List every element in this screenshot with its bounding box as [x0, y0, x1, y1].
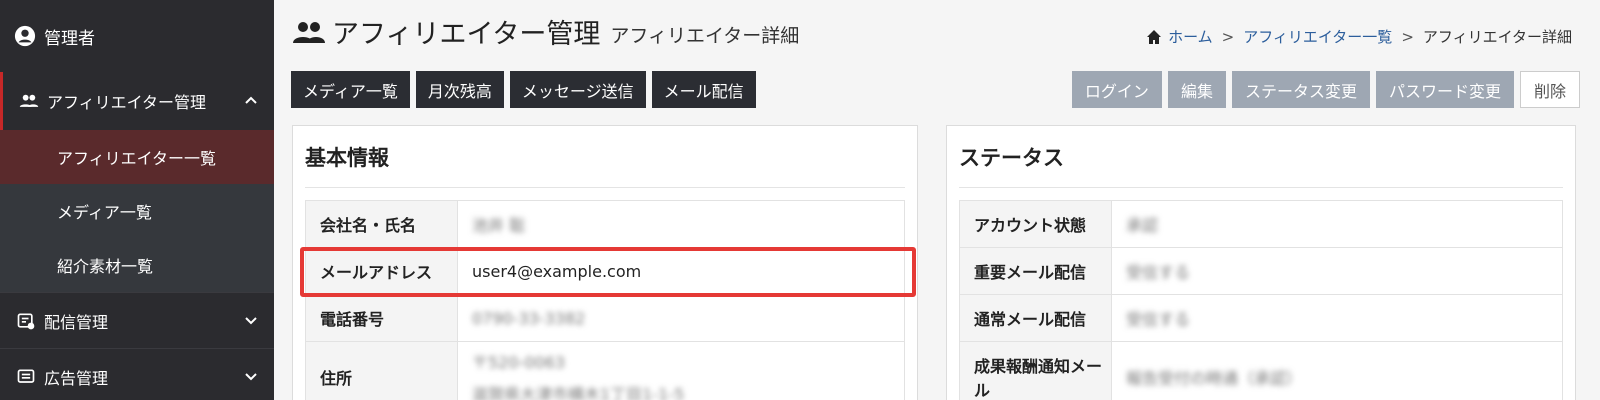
login-button[interactable]: ログイン	[1071, 71, 1162, 108]
table-row: 成果報酬通知メール 報告受付の時通（承認）	[959, 341, 1563, 400]
change-status-button[interactable]: ステータス変更	[1231, 71, 1370, 108]
sidebar-user[interactable]: 管理者	[0, 0, 274, 72]
address-value: 〒520-0063 滋賀県大津市横木1丁目1-1-5	[457, 341, 905, 400]
mail-delivery-button[interactable]: メール配信	[651, 71, 756, 108]
page-header: アフィリエイター管理 アフィリエイター詳細	[292, 12, 799, 51]
sidebar-item-label: メディア一覧	[57, 203, 152, 222]
account-status-value: 承認	[1111, 200, 1563, 248]
account-status-text: 承認	[1126, 216, 1159, 235]
chevron-up-icon	[245, 96, 257, 104]
postal-code-text: 〒520-0063	[472, 352, 566, 372]
reward-notice-value: 報告受付の時通（承認）	[1111, 341, 1563, 400]
regular-mail-value: 受信する	[1111, 294, 1563, 342]
sidebar-item-delivery[interactable]: 配信管理	[0, 292, 274, 348]
company-name-value: 池井 聡	[457, 200, 905, 248]
important-mail-value: 受信する	[1111, 247, 1563, 295]
chevron-down-icon	[245, 317, 257, 325]
breadcrumb-separator: >	[1401, 27, 1414, 46]
delivery-settings-icon	[17, 313, 35, 329]
sidebar: 管理者 アフィリエイター管理 アフィリエイター一覧 メディア一覧 紹介素材一覧 …	[0, 0, 274, 400]
email-label: メールアドレス	[305, 247, 458, 295]
delete-button[interactable]: 削除	[1519, 71, 1580, 108]
company-name-text: 池井 聡	[472, 216, 526, 235]
address-label: 住所	[305, 341, 458, 400]
table-row: メールアドレス user4@example.com	[305, 247, 905, 295]
regular-mail-label: 通常メール配信	[959, 294, 1112, 342]
regular-mail-text: 受信する	[1126, 310, 1191, 329]
address-text: 滋賀県大津市横木1丁目1-1-5	[472, 384, 685, 400]
action-bar-left: メディア一覧 月次残高 メッセージ送信 メール配信	[291, 71, 756, 108]
important-mail-text: 受信する	[1126, 263, 1191, 282]
account-status-label: アカウント状態	[959, 200, 1112, 248]
breadcrumb-affiliate-list[interactable]: アフィリエイター一覧	[1243, 26, 1392, 47]
change-password-button[interactable]: パスワード変更	[1375, 71, 1514, 108]
monthly-balance-button[interactable]: 月次残高	[415, 71, 504, 108]
table-row: アカウント状態 承認	[959, 200, 1563, 248]
breadcrumb: ホーム > アフィリエイター一覧 > アフィリエイター詳細	[1146, 26, 1572, 47]
home-icon	[1147, 29, 1162, 44]
sidebar-item-media-list[interactable]: メディア一覧	[0, 184, 274, 238]
edit-button[interactable]: 編集	[1167, 71, 1226, 108]
chevron-down-icon	[245, 373, 257, 381]
user-circle-icon	[14, 25, 36, 47]
sidebar-item-affiliate-list[interactable]: アフィリエイター一覧	[0, 130, 274, 184]
page-subtitle: アフィリエイター詳細	[610, 25, 800, 47]
sidebar-item-label: 配信管理	[44, 312, 109, 332]
phone-text: 0790-33-3382	[472, 308, 586, 328]
ad-list-icon	[17, 369, 35, 383]
sidebar-item-ads[interactable]: 広告管理	[0, 348, 274, 400]
table-row: 電話番号 0790-33-3382	[305, 294, 905, 342]
main-content: アフィリエイター管理 アフィリエイター詳細 ホーム > アフィリエイター一覧 >…	[274, 0, 1600, 400]
status-title: ステータス	[959, 126, 1563, 188]
sidebar-item-material-list[interactable]: 紹介素材一覧	[0, 238, 274, 292]
table-row: 住所 〒520-0063 滋賀県大津市横木1丁目1-1-5	[305, 341, 905, 400]
reward-notice-label: 成果報酬通知メール	[959, 341, 1112, 400]
table-row: 重要メール配信 受信する	[959, 247, 1563, 295]
phone-label: 電話番号	[305, 294, 458, 342]
email-value: user4@example.com	[457, 247, 905, 295]
send-message-button[interactable]: メッセージ送信	[509, 71, 646, 108]
breadcrumb-current: アフィリエイター詳細	[1422, 28, 1572, 46]
basic-info-panel: 基本情報 会社名・氏名 池井 聡 メールアドレス user4@example.c…	[292, 125, 918, 400]
breadcrumb-separator: >	[1221, 27, 1235, 46]
important-mail-label: 重要メール配信	[959, 247, 1112, 295]
breadcrumb-home[interactable]: ホーム	[1168, 26, 1213, 47]
reward-notice-text: 報告受付の時通（承認）	[1126, 368, 1303, 388]
sidebar-item-label: 広告管理	[44, 368, 109, 388]
sidebar-user-label: 管理者	[44, 28, 95, 49]
sidebar-group-affiliate[interactable]: アフィリエイター管理	[0, 72, 274, 130]
sidebar-item-label: 紹介素材一覧	[57, 257, 154, 276]
table-row: 通常メール配信 受信する	[959, 294, 1563, 342]
sidebar-group-label: アフィリエイター管理	[47, 93, 207, 112]
company-name-label: 会社名・氏名	[305, 200, 458, 248]
status-panel: ステータス アカウント状態 承認 重要メール配信 受信する 通常メール配信 受信…	[946, 125, 1576, 400]
page-title: アフィリエイター管理	[332, 19, 601, 50]
media-list-button[interactable]: メディア一覧	[291, 71, 410, 108]
phone-value: 0790-33-3382	[457, 294, 905, 342]
people-icon	[293, 22, 325, 43]
basic-info-table: 会社名・氏名 池井 聡 メールアドレス user4@example.com 電話…	[305, 200, 905, 400]
people-icon	[19, 94, 39, 107]
sidebar-item-label: アフィリエイター一覧	[57, 149, 217, 168]
table-row: 会社名・氏名 池井 聡	[305, 200, 905, 248]
basic-info-title: 基本情報	[305, 126, 905, 188]
action-bar-right: ログイン 編集 ステータス変更 パスワード変更 削除	[1071, 71, 1580, 108]
status-table: アカウント状態 承認 重要メール配信 受信する 通常メール配信 受信する 成果報…	[959, 200, 1563, 400]
